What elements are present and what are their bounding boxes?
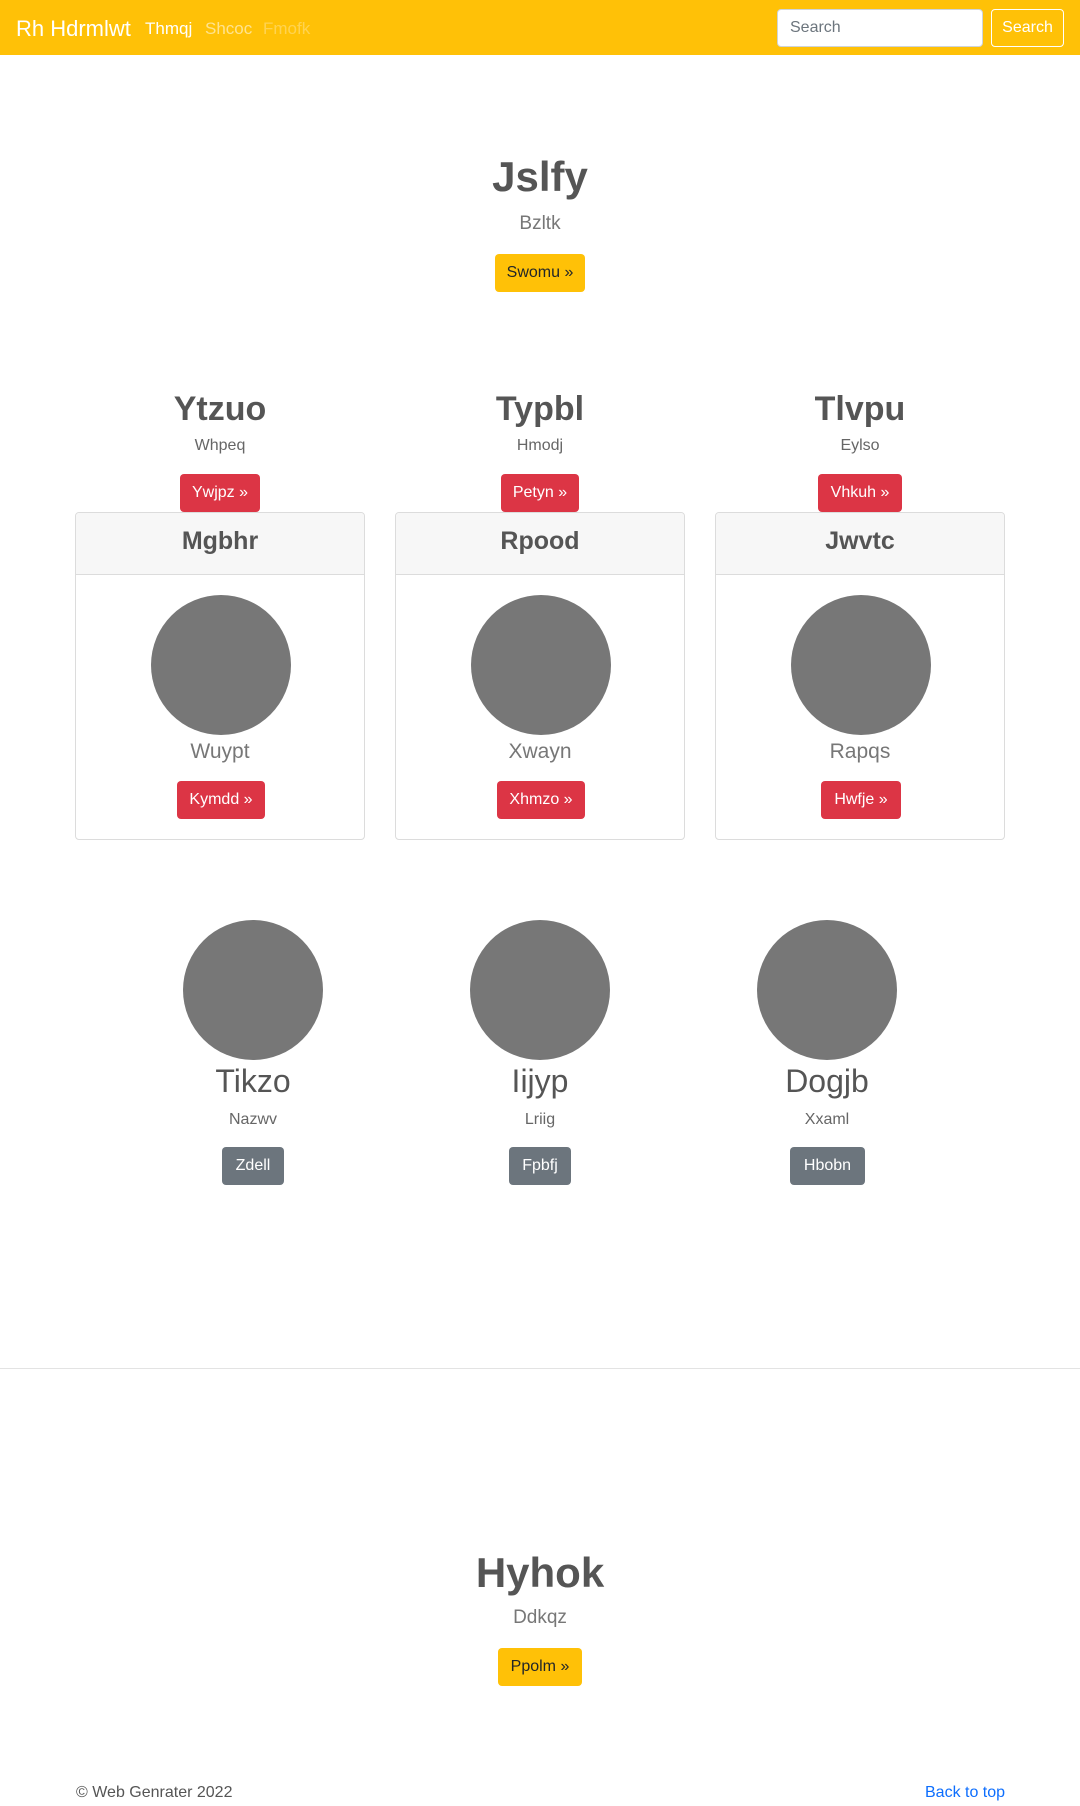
column-title: Typbl bbox=[495, 390, 585, 428]
card-button[interactable]: Xhmzo » bbox=[497, 781, 585, 819]
column-button[interactable]: Vhkuh » bbox=[818, 474, 902, 512]
feature-button[interactable]: Zdell bbox=[222, 1147, 284, 1185]
column-title: Tlvpu bbox=[814, 390, 906, 428]
divider bbox=[0, 1368, 1080, 1369]
nav-link-shcoc[interactable]: Shcoc bbox=[205, 19, 252, 39]
hero-title: Jslfy bbox=[492, 153, 588, 200]
placeholder-image bbox=[471, 595, 611, 735]
column-subtitle: Whpeq bbox=[194, 437, 246, 454]
search-input[interactable] bbox=[777, 9, 983, 47]
card-text: Xwayn bbox=[508, 740, 572, 763]
placeholder-image bbox=[151, 595, 291, 735]
nav-link-thmqj[interactable]: Thmqj bbox=[145, 19, 192, 39]
column-subtitle: Hmodj bbox=[516, 437, 564, 454]
card-text: Rapqs bbox=[829, 740, 891, 763]
hero-button[interactable]: Swomu » bbox=[495, 254, 585, 292]
card-button[interactable]: Kymdd » bbox=[177, 781, 265, 819]
section-title: Hyhok bbox=[475, 1549, 605, 1596]
feature-title: Iijyp bbox=[511, 1063, 569, 1099]
feature-subtitle: Nazwv bbox=[228, 1111, 277, 1128]
card: Mgbhr Wuypt Kymdd » bbox=[75, 512, 365, 840]
card-header: Jwvtc bbox=[716, 513, 1004, 575]
placeholder-image bbox=[791, 595, 931, 735]
placeholder-image bbox=[183, 920, 323, 1060]
column-subtitle: Eylso bbox=[840, 437, 880, 454]
feature-subtitle: Xxaml bbox=[804, 1111, 850, 1128]
feature-title: Dogjb bbox=[785, 1063, 869, 1099]
column-button[interactable]: Ywjpz » bbox=[180, 474, 260, 512]
column-button[interactable]: Petyn » bbox=[501, 474, 579, 512]
placeholder-image bbox=[757, 920, 897, 1060]
card-text: Wuypt bbox=[190, 740, 250, 763]
feature-subtitle: Lriig bbox=[524, 1111, 556, 1128]
card: Jwvtc Rapqs Hwfje » bbox=[715, 512, 1005, 840]
card-header: Rpood bbox=[396, 513, 684, 575]
card-header: Mgbhr bbox=[76, 513, 364, 575]
section-button[interactable]: Ppolm » bbox=[498, 1648, 582, 1686]
placeholder-image bbox=[470, 920, 610, 1060]
column-title: Ytzuo bbox=[173, 390, 267, 428]
search-button[interactable]: Search bbox=[991, 9, 1064, 47]
feature-button[interactable]: Fpbfj bbox=[509, 1147, 571, 1185]
feature-button[interactable]: Hbobn bbox=[790, 1147, 865, 1185]
card: Rpood Xwayn Xhmzo » bbox=[395, 512, 685, 840]
feature-title: Tikzo bbox=[215, 1063, 291, 1099]
card-button[interactable]: Hwfje » bbox=[821, 781, 901, 819]
navbar-brand[interactable]: Rh Hdrmlwt bbox=[16, 16, 131, 42]
navbar: Rh Hdrmlwt Thmqj Shcoc Fmofk Search bbox=[0, 0, 1080, 55]
footer-copyright: © Web Genrater 2022 bbox=[76, 1784, 233, 1801]
hero-subtitle: Bzltk bbox=[519, 213, 561, 234]
nav-link-fmofk[interactable]: Fmofk bbox=[263, 19, 310, 39]
back-to-top-link[interactable]: Back to top bbox=[925, 1784, 1005, 1802]
section-subtitle: Ddkqz bbox=[513, 1607, 567, 1628]
